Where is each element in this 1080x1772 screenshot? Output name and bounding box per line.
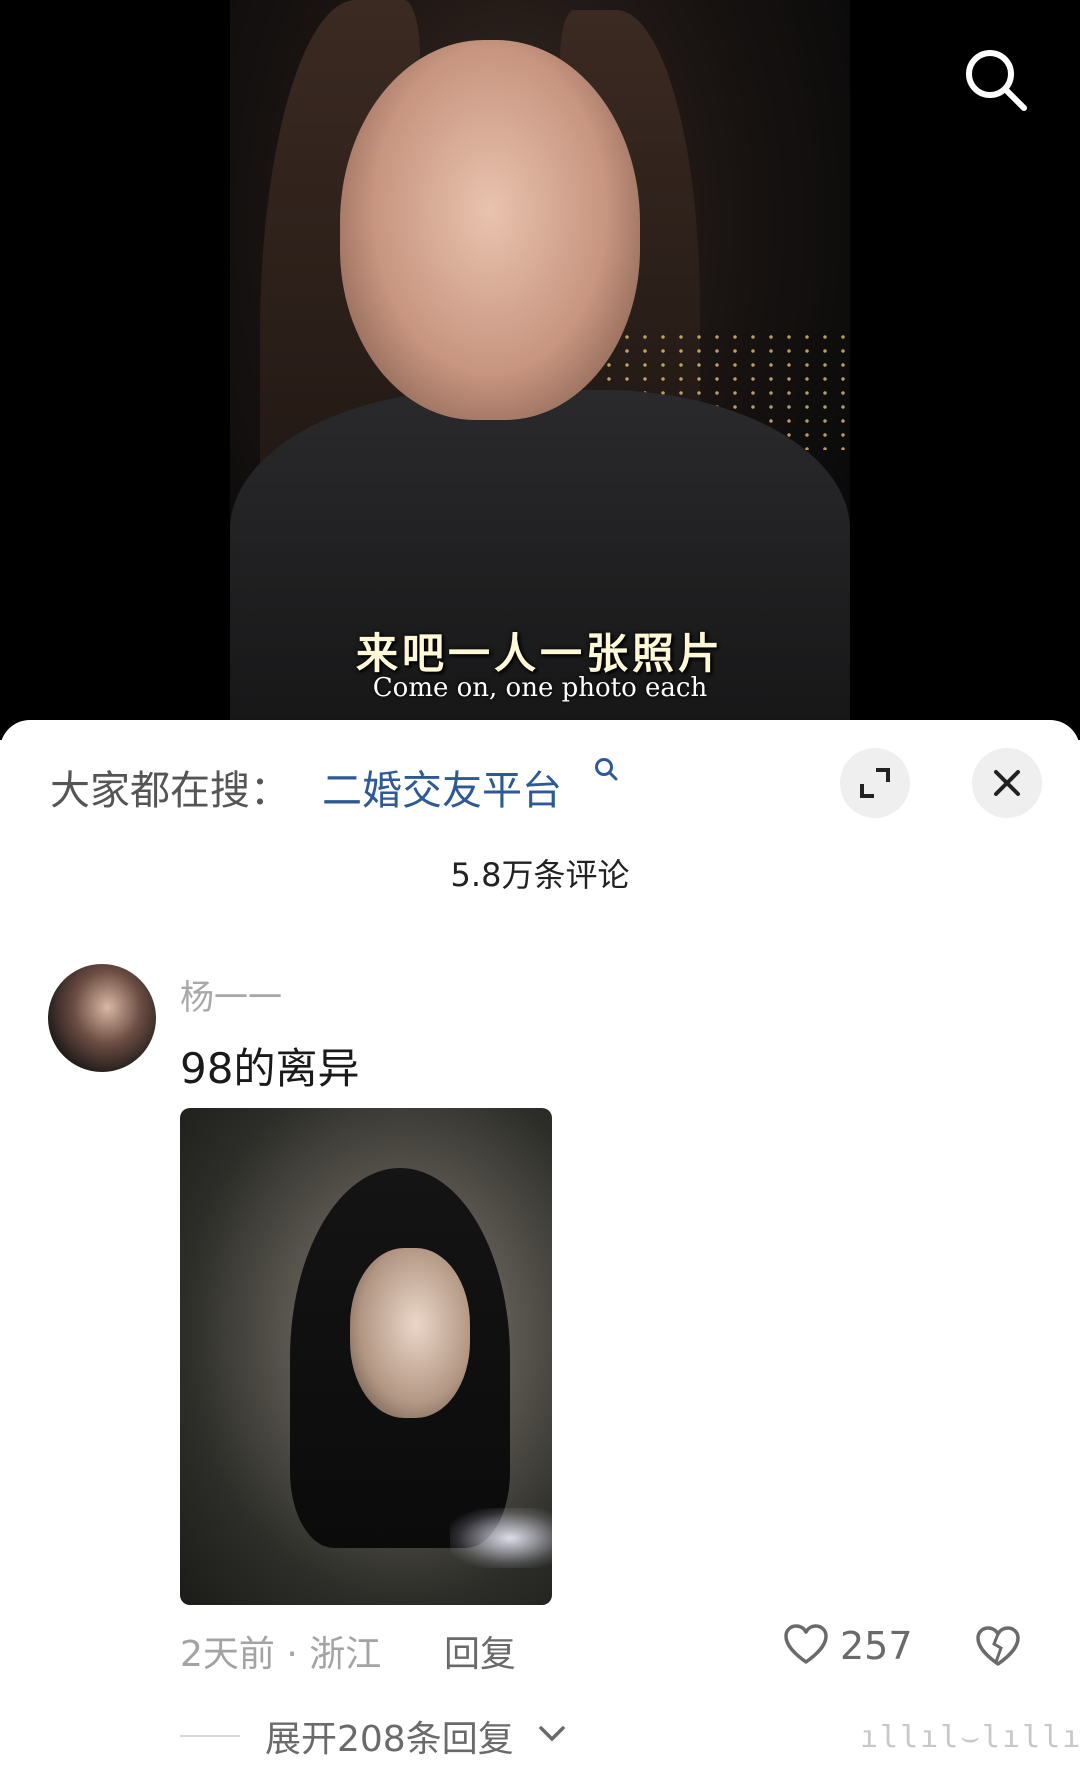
chevron-down-icon <box>539 1726 565 1742</box>
video-face <box>340 40 640 420</box>
comment-photo[interactable] <box>180 1108 552 1605</box>
comment-time-location: 2天前 · 浙江 <box>180 1634 382 1675</box>
comment-sheet: 大家都在搜： 二婚交友平台 5.8万条评论 杨一一 98的离异 2天前 · 浙江… <box>0 720 1080 1772</box>
comment-username[interactable]: 杨一一 <box>180 970 282 1019</box>
dislike-button[interactable] <box>974 1622 1022 1670</box>
video-player[interactable]: 来吧一人一张照片 Come on, one photo each <box>0 0 1080 740</box>
divider <box>180 1735 240 1737</box>
expand-icon <box>860 768 890 798</box>
heart-icon <box>784 1624 828 1664</box>
search-button[interactable] <box>960 44 1032 116</box>
watermark: ıllıl⌣lıllı <box>860 1720 1080 1755</box>
subtitle-english: Come on, one photo each <box>372 673 708 703</box>
subtitle-chinese: 来吧一人一张照片 <box>355 629 724 678</box>
video-frame: 来吧一人一张照片 Come on, one photo each <box>230 0 850 740</box>
avatar[interactable] <box>48 964 156 1072</box>
comment-text: 98的离异 <box>180 1044 360 1093</box>
phone-glow <box>450 1508 552 1568</box>
close-icon <box>994 770 1020 796</box>
search-icon <box>966 50 1027 111</box>
reply-button[interactable]: 回复 <box>444 1625 516 1677</box>
expand-replies-label: 展开208条回复 <box>265 1719 514 1760</box>
close-sheet-button[interactable] <box>972 748 1042 818</box>
photo-face <box>350 1248 470 1418</box>
search-suggestion-icon <box>595 758 618 781</box>
comment-count: 5.8万条评论 <box>450 856 630 894</box>
search-suggestion-link[interactable]: 二婚交友平台 <box>322 758 562 816</box>
search-suggestion-prefix: 大家都在搜： <box>50 768 290 814</box>
like-count: 257 <box>840 1624 913 1668</box>
expand-sheet-button[interactable] <box>840 748 910 818</box>
broken-heart-icon <box>976 1626 1020 1666</box>
